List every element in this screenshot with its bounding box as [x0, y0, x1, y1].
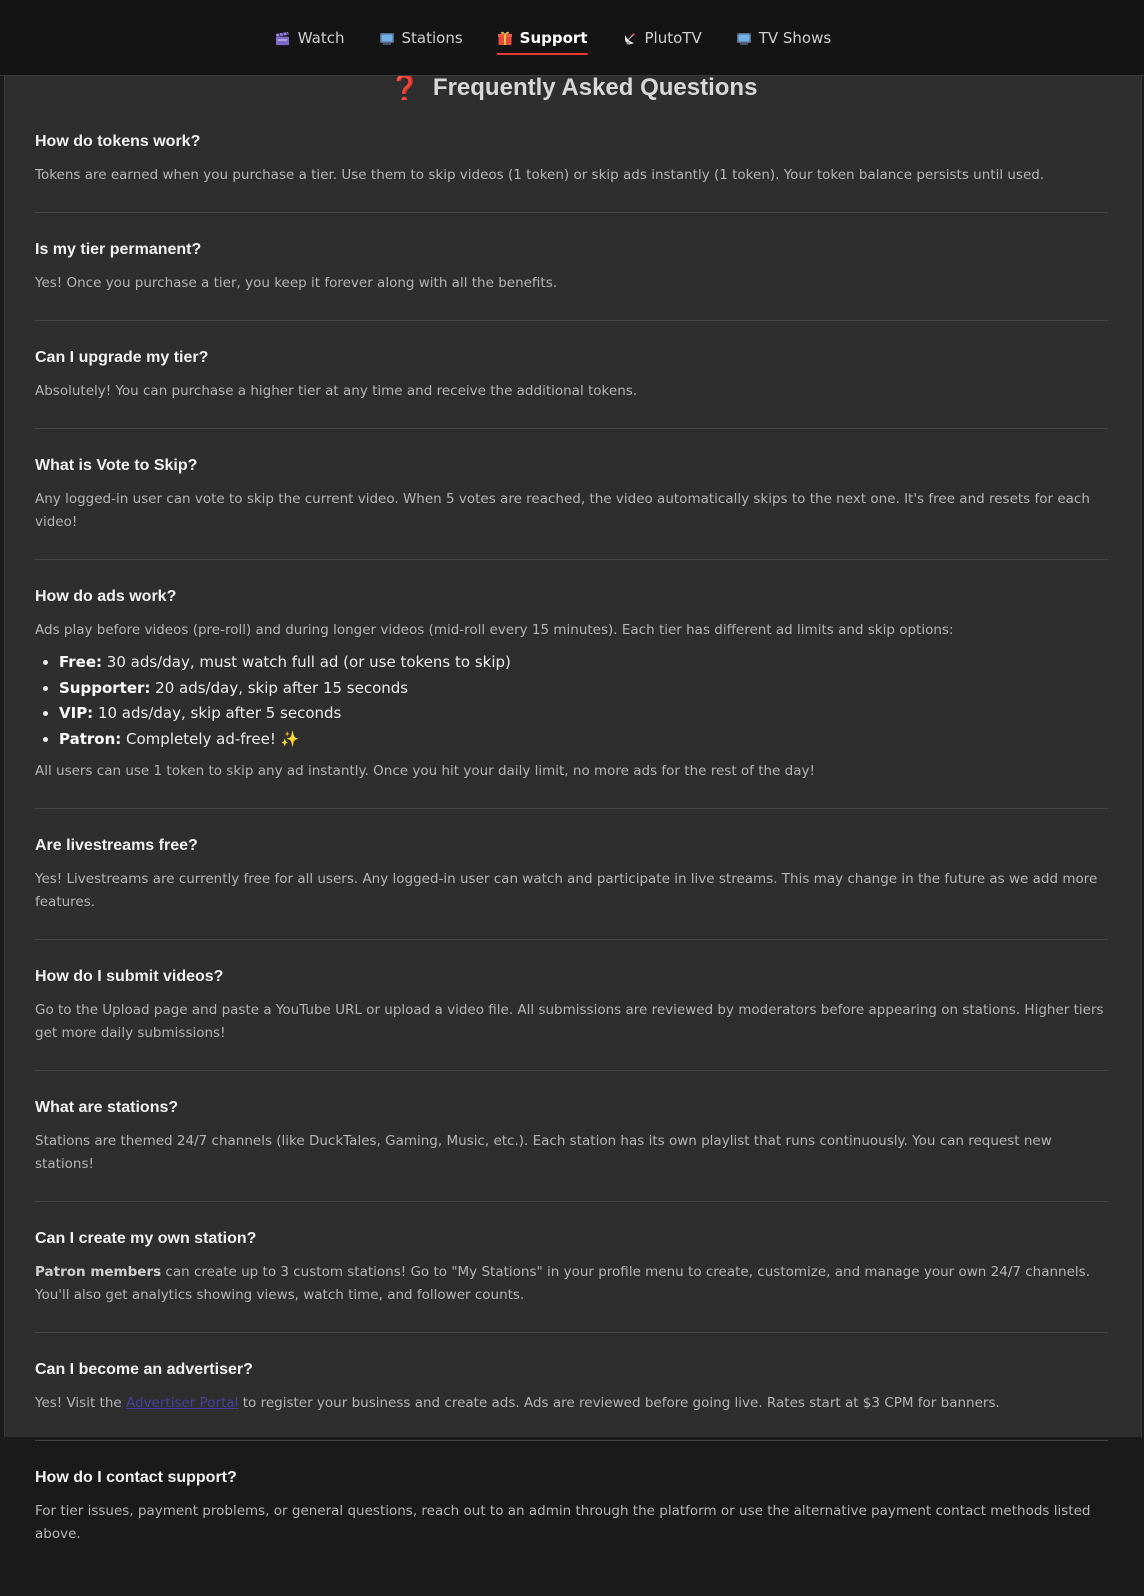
- sparkles-icon: ✨: [280, 729, 300, 748]
- faq-answer-note: All users can use 1 token to skip any ad…: [35, 763, 815, 779]
- clapperboard-icon: [275, 30, 291, 46]
- faq-answer: Tokens are earned when you purchase a ti…: [35, 167, 1045, 183]
- faq-answer: For tier issues, payment problems, or ge…: [35, 1503, 1091, 1542]
- faq-question: Is my tier permanent?: [35, 241, 202, 258]
- faq-question: What are stations?: [35, 1099, 179, 1116]
- faq-question: Can I become an advertiser?: [35, 1361, 253, 1378]
- tier-desc: 10 ads/day, skip after 5 seconds: [93, 704, 342, 722]
- nav-label: Stations: [401, 29, 463, 47]
- tier-name: VIP:: [59, 704, 94, 722]
- tier-ad-list: Free: 30 ads/day, must watch full ad (or…: [35, 650, 1108, 752]
- faq-question: Are livestreams free?: [35, 837, 198, 854]
- faq-list: How do tokens work? Tokens are earned wh…: [35, 130, 1108, 1596]
- faq-question: How do I contact support?: [35, 1469, 237, 1486]
- faq-item-vote-to-skip: What is Vote to Skip? Any logged-in user…: [35, 454, 1108, 560]
- nav-item-support[interactable]: Support: [496, 23, 588, 55]
- faq-answer-text: Yes! Visit the: [35, 1395, 126, 1411]
- nav-label: Watch: [297, 29, 345, 47]
- nav-items: Watch Stations Support PlutoTV TV Shows: [0, 0, 1144, 76]
- tier-desc: 30 ads/day, must watch full ad (or use t…: [102, 653, 511, 671]
- nav-item-watch[interactable]: Watch: [275, 23, 345, 53]
- faq-item-submit-videos: How do I submit videos? Go to the Upload…: [35, 965, 1108, 1071]
- faq-item-own-station: Can I create my own station? Patron memb…: [35, 1227, 1108, 1333]
- nav-item-tv-shows[interactable]: TV Shows: [736, 23, 831, 53]
- nav-label: PlutoTV: [644, 29, 702, 47]
- tier-name: Free:: [59, 653, 103, 671]
- faq-answer: Absolutely! You can purchase a higher ti…: [35, 383, 638, 399]
- tier-name: Patron:: [59, 729, 122, 748]
- faq-item-tokens: How do tokens work? Tokens are earned wh…: [35, 130, 1108, 213]
- faq-answer: Yes! Visit the Advertiser Portal to regi…: [35, 1392, 1108, 1415]
- tier-desc: Completely ad-free!: [121, 729, 281, 748]
- nav-item-stations[interactable]: Stations: [379, 23, 463, 53]
- faq-question: Can I create my own station?: [35, 1230, 257, 1247]
- question-mark-icon: ❓: [388, 76, 421, 100]
- list-item: VIP: 10 ads/day, skip after 5 seconds: [59, 701, 1108, 727]
- nav-item-plutotv[interactable]: PlutoTV: [622, 23, 702, 53]
- tv-icon: [736, 30, 752, 46]
- tier-name: Supporter:: [59, 678, 151, 697]
- tier-desc: 20 ads/day, skip after 15 seconds: [150, 678, 409, 697]
- top-navigation: Watch Stations Support PlutoTV TV Shows: [0, 0, 1144, 76]
- faq-panel: ❓ Frequently Asked Questions How do toke…: [4, 76, 1142, 1542]
- faq-item-upgrade-tier: Can I upgrade my tier? Absolutely! You c…: [35, 346, 1108, 429]
- faq-answer-text: to register your business and create ads…: [238, 1395, 1000, 1411]
- faq-question: What is Vote to Skip?: [35, 457, 198, 474]
- faq-answer: Any logged-in user can vote to skip the …: [35, 491, 1090, 530]
- list-item: Patron: Completely ad-free! ✨: [59, 727, 1108, 753]
- faq-item-ads: How do ads work? Ads play before videos …: [35, 585, 1108, 809]
- faq-answer-text: can create up to 3 custom stations! Go t…: [35, 1264, 1090, 1303]
- nav-label: Support: [519, 29, 588, 47]
- faq-item-advertiser: Can I become an advertiser? Yes! Visit t…: [35, 1358, 1108, 1441]
- faq-question: Can I upgrade my tier?: [35, 349, 209, 366]
- list-item: Free: 30 ads/day, must watch full ad (or…: [59, 650, 1108, 676]
- faq-item-livestreams: Are livestreams free? Yes! Livestreams a…: [35, 834, 1108, 940]
- faq-answer: Yes! Livestreams are currently free for …: [35, 871, 1098, 910]
- patron-members-text: Patron members: [35, 1264, 162, 1280]
- faq-answer: Yes! Once you purchase a tier, you keep …: [35, 275, 558, 291]
- faq-heading: ❓ Frequently Asked Questions: [5, 76, 1141, 100]
- tv-icon: [379, 30, 395, 46]
- faq-answer: Stations are themed 24/7 channels (like …: [35, 1133, 1052, 1172]
- faq-question: How do tokens work?: [35, 133, 201, 150]
- advertiser-portal-link[interactable]: Advertiser Portal: [126, 1395, 238, 1411]
- nav-label: TV Shows: [758, 29, 832, 47]
- page-title: Frequently Asked Questions: [432, 76, 758, 100]
- list-item: Supporter: 20 ads/day, skip after 15 sec…: [59, 676, 1108, 702]
- faq-answer: Go to the Upload page and paste a YouTub…: [35, 1002, 1104, 1041]
- satellite-dish-icon: [622, 30, 638, 46]
- faq-item-contact-support: How do I contact support? For tier issue…: [35, 1466, 1108, 1571]
- gift-icon: [497, 30, 513, 46]
- faq-answer: Ads play before videos (pre-roll) and du…: [35, 622, 954, 638]
- faq-question: How do I submit videos?: [35, 968, 224, 985]
- faq-item-tier-permanent: Is my tier permanent? Yes! Once you purc…: [35, 238, 1108, 321]
- faq-item-stations: What are stations? Stations are themed 2…: [35, 1096, 1108, 1202]
- faq-answer: Patron members can create up to 3 custom…: [35, 1261, 1108, 1307]
- faq-question: How do ads work?: [35, 588, 177, 605]
